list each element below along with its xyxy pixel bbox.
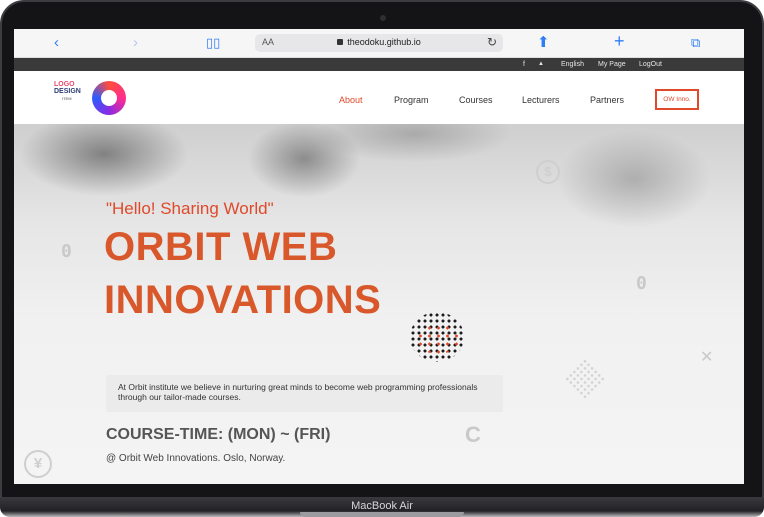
logo-line-3: ITEM xyxy=(62,96,72,101)
browser-toolbar: ‹ › ▯▯ AA theodoku.github.io ↻ ⬆ + ⧉ xyxy=(14,29,744,58)
yen-icon: ¥ xyxy=(24,450,52,478)
plus-icon[interactable]: + xyxy=(614,32,625,50)
course-time: COURSE-TIME: (MON) ~ (FRI) xyxy=(106,426,331,443)
book-icon[interactable]: ▯▯ xyxy=(206,35,220,51)
nav-ow-inno-button[interactable]: OW Inno. xyxy=(655,89,699,110)
chevron-right-icon[interactable]: › xyxy=(133,35,138,51)
url-label: theodoku.github.io xyxy=(347,37,421,47)
dollar-icon: $ xyxy=(536,160,560,184)
hero-subtitle: "Hello! Sharing World" xyxy=(106,199,274,218)
logo-line-2: DESIGN xyxy=(54,88,81,95)
chevron-left-icon[interactable]: ‹ xyxy=(54,35,59,51)
reload-icon[interactable]: ↻ xyxy=(487,35,497,49)
dot-diamond-decoration xyxy=(563,357,607,401)
camera-icon xyxy=(380,15,386,21)
hero-section: 0 0 C ✕ $ ¥ "Hello! Sharing World" ORBIT… xyxy=(14,124,744,484)
utility-bar: f ▲ English My Page LogOut xyxy=(14,58,744,71)
address-bar[interactable]: AA theodoku.github.io ↻ xyxy=(255,34,503,52)
intro-box: At Orbit institute we believe in nurturi… xyxy=(106,375,503,412)
hero-title-line-2: INNOVATIONS xyxy=(104,278,382,322)
logo-line-1: LOGO xyxy=(54,81,75,88)
laptop-notch xyxy=(300,512,464,517)
intro-text: At Orbit institute we believe in nurturi… xyxy=(118,382,478,402)
logo-ring-icon[interactable] xyxy=(92,81,126,115)
hero-title-line-1: ORBIT WEB xyxy=(104,225,338,269)
nav-item-about[interactable]: About xyxy=(339,95,363,106)
nav-item-program[interactable]: Program xyxy=(394,95,429,106)
logo[interactable]: LOGO DESIGN ITEM xyxy=(54,81,81,102)
lock-icon xyxy=(337,39,344,45)
screen: ‹ › ▯▯ AA theodoku.github.io ↻ ⬆ + ⧉ f ▲… xyxy=(14,29,744,484)
nav-item-lecturers[interactable]: Lecturers xyxy=(522,95,560,106)
location-text: @ Orbit Web Innovations. Oslo, Norway. xyxy=(106,453,286,464)
my-page-link[interactable]: My Page xyxy=(598,60,626,69)
dot-circle-accent xyxy=(416,324,460,354)
facebook-icon[interactable]: f xyxy=(523,60,525,69)
twitter-icon[interactable]: ▲ xyxy=(538,60,544,69)
decor-c-symbol: C xyxy=(465,422,481,447)
logout-link[interactable]: LogOut xyxy=(639,60,662,69)
language-link[interactable]: English xyxy=(561,60,584,69)
url-text: theodoku.github.io xyxy=(255,37,503,47)
site-header: LOGO DESIGN ITEM About Program Courses L… xyxy=(14,71,744,124)
nav-item-partners[interactable]: Partners xyxy=(590,95,624,106)
decor-zero-right: 0 xyxy=(636,273,647,294)
tabs-icon[interactable]: ⧉ xyxy=(691,35,700,51)
nav-item-courses[interactable]: Courses xyxy=(459,95,493,106)
share-icon[interactable]: ⬆ xyxy=(537,35,550,51)
decor-zero-left: 0 xyxy=(61,241,72,262)
device-label: MacBook Air xyxy=(351,500,413,512)
decor-cross-icon: ✕ xyxy=(700,349,714,366)
